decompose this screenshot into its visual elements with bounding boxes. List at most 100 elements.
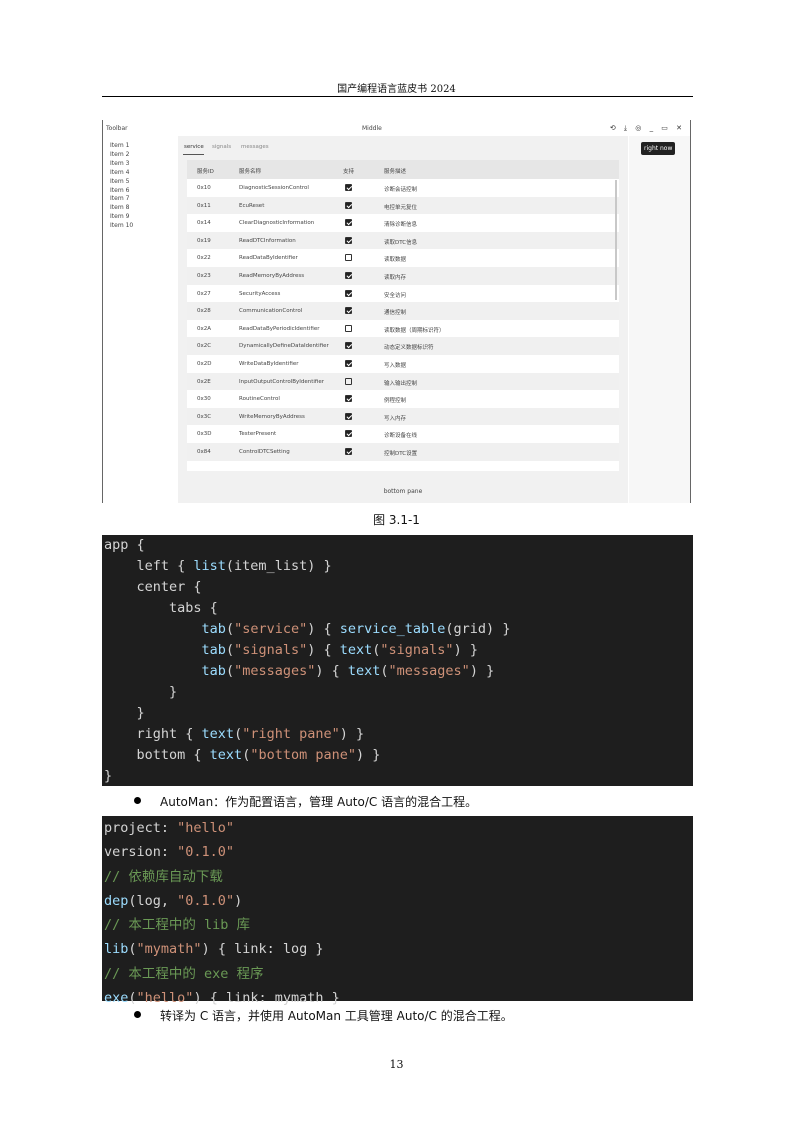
table-scrollbar <box>615 180 617 300</box>
running-header: 国产编程语言蓝皮书 2024 <box>337 84 456 95</box>
table-cell-id: 0x2C <box>197 343 212 350</box>
sidebar-list: Item 1 Item 2 Item 3 Item 4 Item 5 Item 6 Item… <box>110 142 176 231</box>
toolbar-label: Toolbar <box>106 125 128 132</box>
tab-service: service <box>184 144 204 150</box>
header-rule <box>102 96 693 97</box>
tab-messages: messages <box>241 144 269 150</box>
supported-checkbox <box>345 219 352 227</box>
code-block-app: app { left { list(item_list) } center { … <box>102 535 693 786</box>
sidebar-item: Item 8 <box>110 204 130 212</box>
bullet-dot <box>134 1011 141 1018</box>
table-row: 0x3C WriteMemoryByAddress 写入内存 <box>187 407 619 426</box>
table-header: 服务ID 服务名称 支持 服务描述 <box>187 160 619 179</box>
table-cell-name: TesterPresent <box>239 431 277 438</box>
figure-caption: 图 3.1-1 <box>373 513 420 527</box>
table-cell-desc: 诊断设备在线 <box>384 433 418 440</box>
sidebar-item: Item 10 <box>110 222 134 230</box>
page-number: 13 <box>389 1058 404 1071</box>
sidebar-item: Item 9 <box>110 213 130 221</box>
sidebar-item: Item 7 <box>110 195 130 203</box>
table-cell-name: DiagnosticSessionControl <box>239 185 309 191</box>
table-cell-desc: 电控单元复位 <box>384 204 418 211</box>
bottom-pane-label: bottom pane <box>383 488 423 495</box>
table-cell-name: ReadDTCInformation <box>239 237 296 244</box>
table-row: 0x23 ReadMemoryByAddress 读取内存 <box>187 267 619 285</box>
table-cell-name: ControlDTCSetting <box>239 449 290 455</box>
table-cell-id: 0x28 <box>197 308 211 315</box>
bullet-text: AutoMan：作为配置语言，管理 Auto/C 语言的混合工程。 <box>160 795 478 809</box>
table-cell-id: 0x3D <box>197 431 212 438</box>
col-header-supported: 支持 <box>343 169 355 175</box>
bullet-dot <box>134 797 141 804</box>
table-row: 0x28 CommunicationControl 通信控制 <box>187 302 619 320</box>
supported-checkbox <box>345 201 352 209</box>
table-cell-desc: 例程控制 <box>384 398 407 405</box>
sidebar-item: Item 3 <box>110 159 130 167</box>
table-row: 0x3D TesterPresent 诊断设备在线 <box>187 425 619 443</box>
table-cell-name: ReadDataByPeriodicIdentifier <box>239 325 320 332</box>
table-cell-desc: 读取数据 <box>384 257 407 264</box>
supported-checkbox <box>345 448 352 455</box>
table-cell-desc: 读取内存 <box>384 275 407 281</box>
right-now-button: right now <box>641 142 676 155</box>
table-cell-id: 0x30 <box>197 396 211 403</box>
table-row: 0x84 ControlDTCSetting 控制DTC设置 <box>187 443 619 461</box>
table-row: 0x2D WriteDataByIdentifier 写入数据 <box>187 355 619 373</box>
table-cell-name: InputOutputControlByIdentifier <box>239 378 325 385</box>
table-row: 0x14 ClearDiagnosticInformation 清除诊断信息 <box>187 214 619 232</box>
table-cell-id: 0x2A <box>197 325 212 332</box>
table-cell-name: CommunicationControl <box>239 308 303 315</box>
supported-checkbox <box>345 289 352 297</box>
table-cell-name: SecurityAccess <box>239 290 281 297</box>
supported-checkbox <box>345 236 352 244</box>
tab-bar: service signals messages <box>178 136 628 156</box>
table-cell-desc: 读取数据（周期标识符） <box>384 327 445 334</box>
table-cell-name: DynamicallyDefineDataIdentifier <box>239 343 329 350</box>
table-cell-id: 0x3C <box>197 413 212 420</box>
tab-signals: signals <box>212 144 232 150</box>
right-pane: right now <box>629 136 690 503</box>
sidebar-item: Item 6 <box>110 186 130 194</box>
table-cell-name: ReadDataByIdentifier <box>239 255 298 262</box>
table-cell-id: 0x19 <box>197 237 211 244</box>
supported-checkbox <box>345 342 352 350</box>
table-cell-id: 0x11 <box>197 202 211 209</box>
sidebar-item: Item 2 <box>110 150 130 158</box>
window-controls-icon: ⟲ ⤓ ◎ _ ▭ ✕ <box>609 124 685 132</box>
col-header-desc: 服务描述 <box>384 169 407 175</box>
table-row: 0x2A ReadDataByPeriodicIdentifier 读取数据（周期标… <box>187 320 619 338</box>
active-tab-underline <box>183 154 204 155</box>
center-pane: service signals messages 服务ID 服务名称 支持 服务… <box>178 136 628 503</box>
supported-checkbox <box>345 307 352 315</box>
col-header-name: 服务名称 <box>239 169 262 175</box>
table-cell-id: 0x84 <box>197 449 211 455</box>
table-cell-desc: 通信控制 <box>384 310 407 317</box>
supported-checkbox <box>345 377 352 385</box>
table-cell-id: 0x2E <box>197 378 211 385</box>
table-row: 0x2C DynamicallyDefineDataIdentifier 动态定义数… <box>187 337 619 355</box>
table-cell-id: 0x14 <box>197 220 211 227</box>
table-row: 0x10 DiagnosticSessionControl 诊断会话控制 <box>187 179 619 197</box>
table-cell-desc: 动态定义数据标识符 <box>384 345 434 352</box>
figure-right-border <box>690 120 691 503</box>
table-row: 0x11 EcuReset 电控单元复位 <box>187 196 619 215</box>
table-cell-id: 0x2D <box>197 361 212 367</box>
table-cell-name: ReadMemoryByAddress <box>239 273 305 279</box>
table-cell-id: 0x23 <box>197 273 211 279</box>
figure-left-border <box>102 120 103 503</box>
table-row: 0x2E InputOutputControlByIdentifier 输入输出控制 <box>187 372 619 391</box>
table-cell-desc: 输入输出控制 <box>384 380 418 387</box>
sidebar-item: Item 1 <box>110 142 130 149</box>
table-cell-name: RoutineControl <box>239 396 280 403</box>
table-cell-desc: 读取DTC信息 <box>384 239 418 246</box>
middle-label: Middle <box>362 125 382 132</box>
table-row: 0x22 ReadDataByIdentifier 读取数据 <box>187 249 619 267</box>
table-cell-desc: 清除诊断信息 <box>384 222 418 229</box>
table-cell-id: 0x22 <box>197 255 211 262</box>
sidebar-item: Item 4 <box>110 168 130 176</box>
col-header-id: 服务ID <box>197 169 214 175</box>
table-cell-desc: 控制DTC设置 <box>384 451 418 457</box>
supported-checkbox <box>345 324 352 332</box>
table-row: 0x30 RoutineControl 例程控制 <box>187 390 619 408</box>
supported-checkbox <box>345 430 352 438</box>
